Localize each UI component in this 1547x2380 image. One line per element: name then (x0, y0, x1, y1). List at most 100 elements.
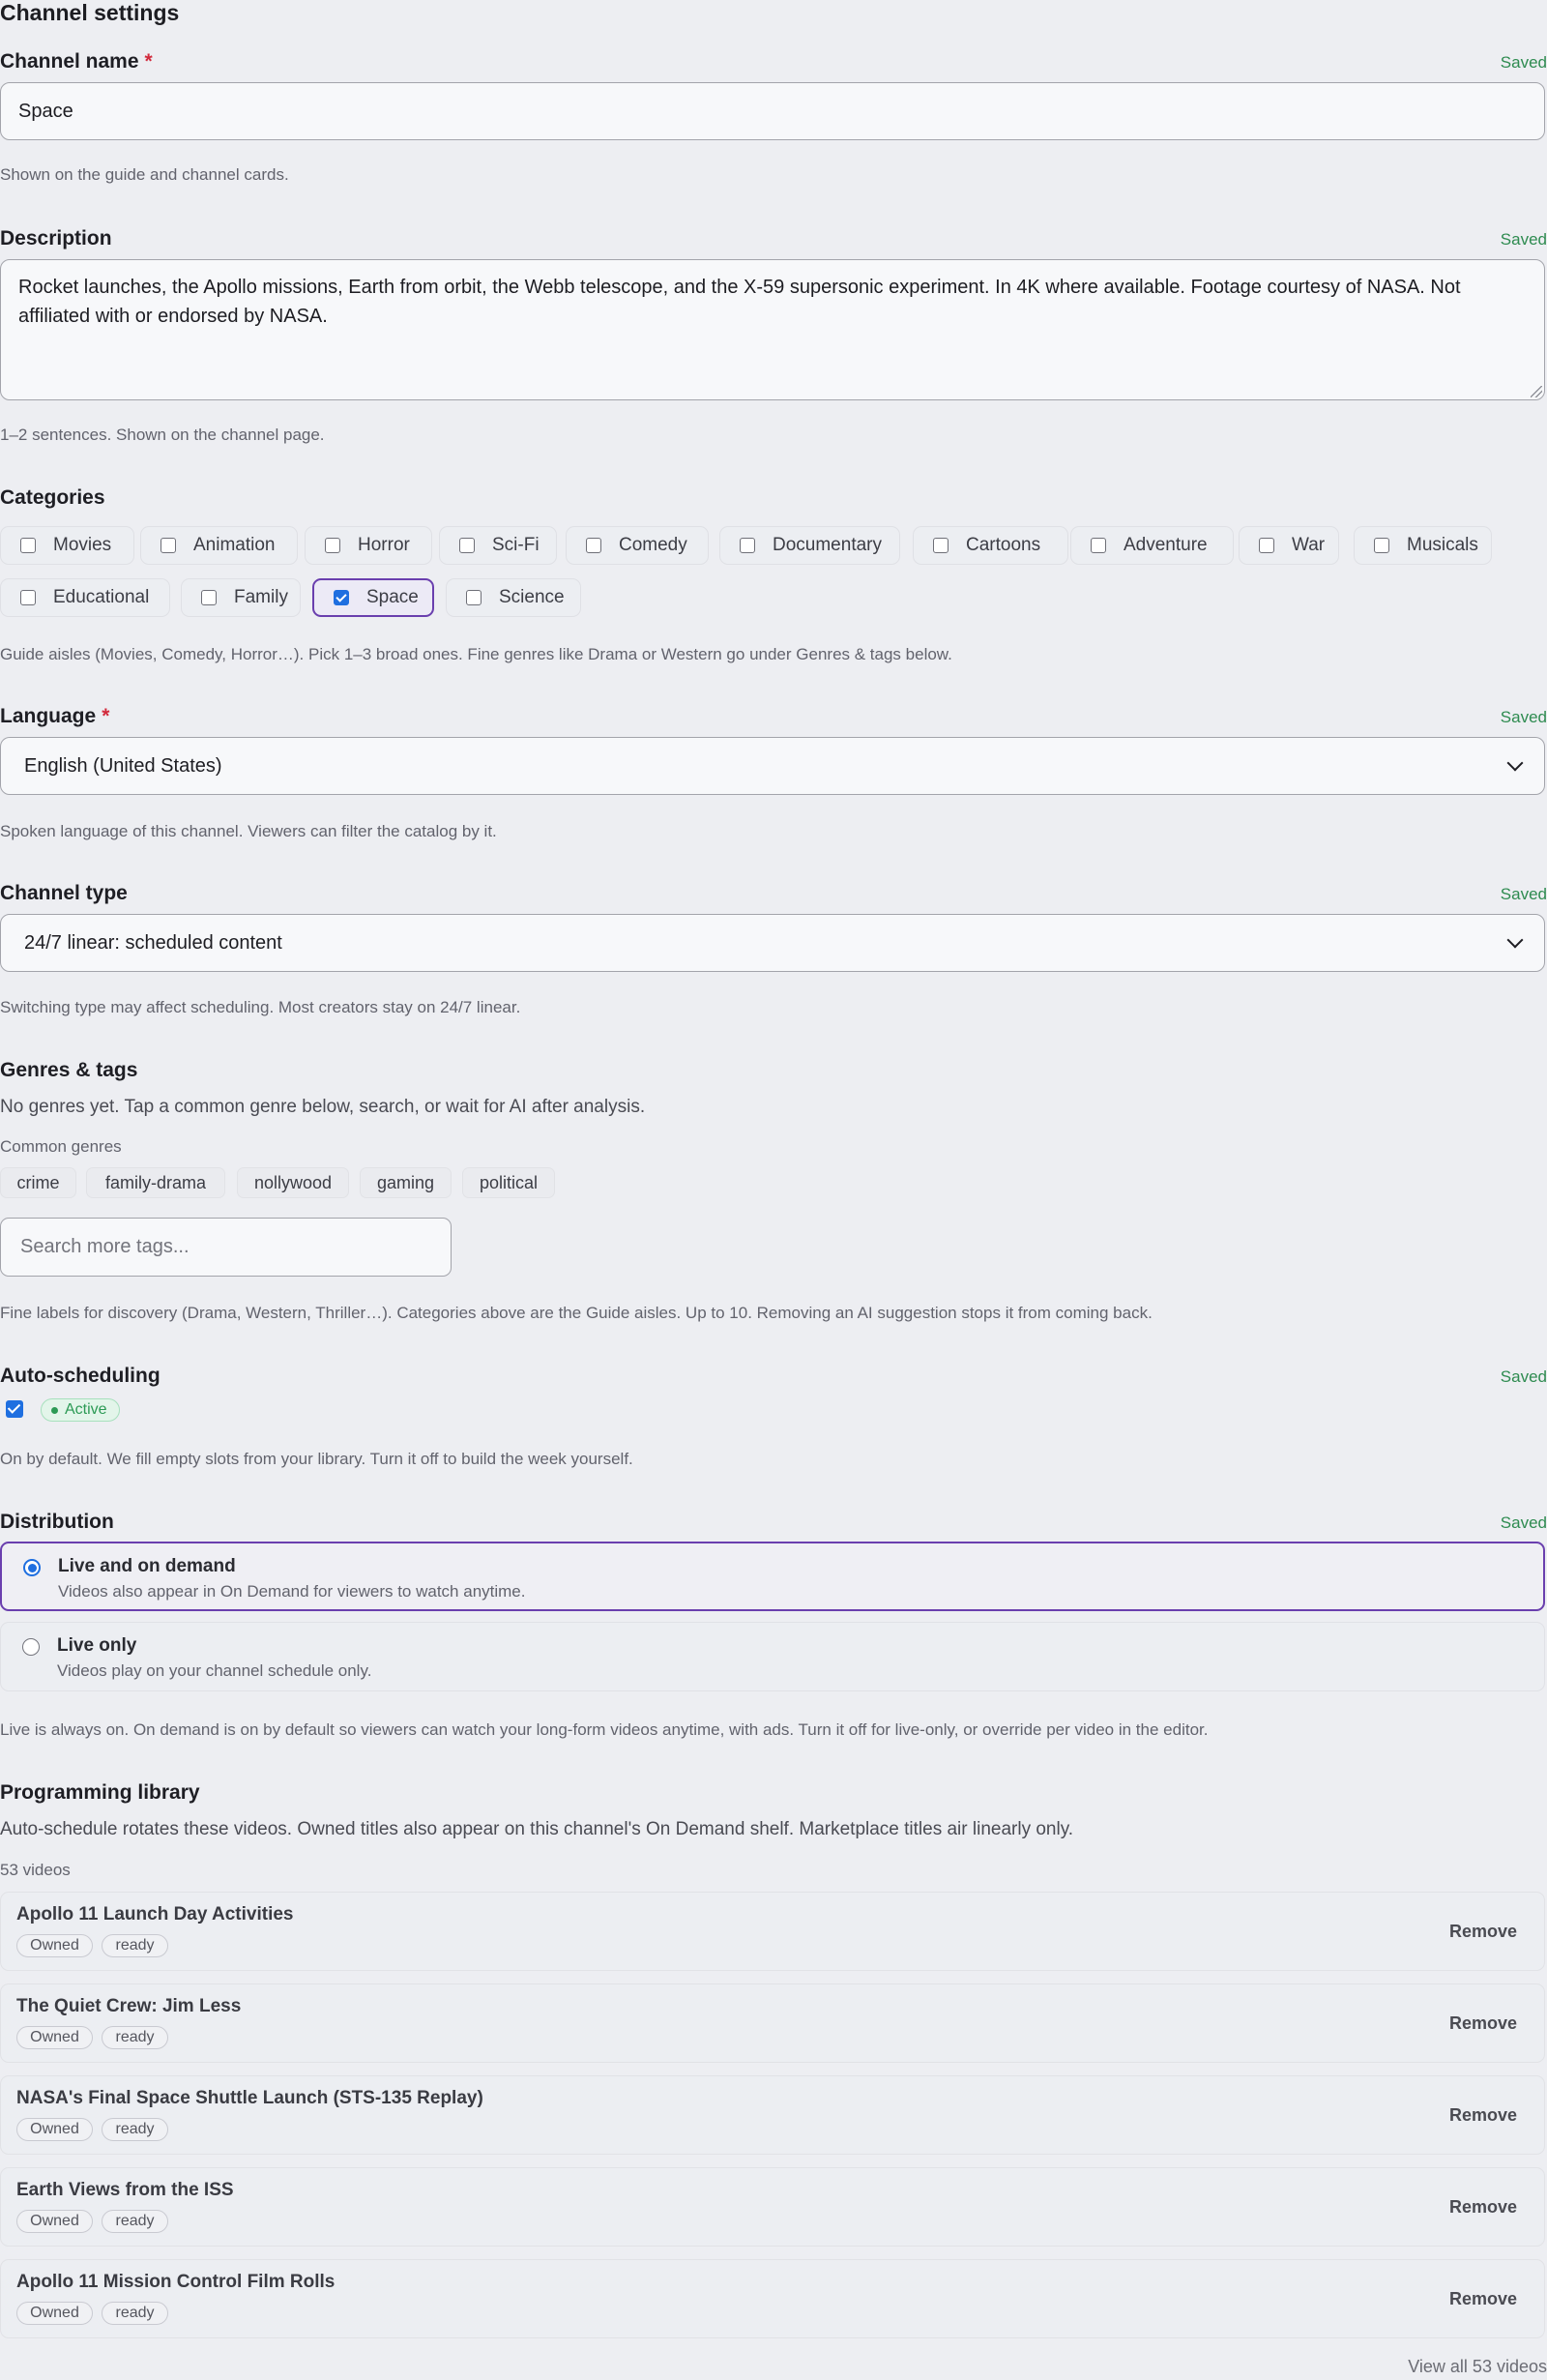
category-checkbox[interactable] (459, 538, 475, 553)
video-row: Apollo 11 Mission Control Film Rolls Own… (0, 2259, 1545, 2338)
category-label: Space (366, 587, 419, 607)
language-select[interactable]: English (United States) (0, 737, 1545, 795)
option-title: Live only (57, 1635, 137, 1656)
view-all-videos-link[interactable]: View all 53 videos (1408, 2357, 1547, 2377)
auto-scheduling-label: Auto-scheduling (0, 1365, 161, 1387)
common-genres-label: Common genres (0, 1137, 122, 1156)
category-movies-chip[interactable]: Movies (0, 526, 134, 565)
channel-name-saved-status: Saved (1500, 53, 1547, 72)
category-musicals-chip[interactable]: Musicals (1354, 526, 1492, 565)
category-horror-chip[interactable]: Horror (305, 526, 432, 565)
category-checkbox[interactable] (466, 590, 482, 605)
video-title: Apollo 11 Mission Control Film Rolls (16, 2272, 336, 2292)
category-checkbox[interactable] (334, 590, 349, 605)
remove-button[interactable]: Remove (1449, 1922, 1517, 1942)
category-checkbox[interactable] (20, 590, 36, 605)
distribution-saved-status: Saved (1500, 1513, 1547, 1532)
category-checkbox[interactable] (1259, 538, 1274, 553)
option-description: Videos play on your channel schedule onl… (57, 1661, 372, 1680)
channel-type-select[interactable]: 24/7 linear: scheduled content (0, 914, 1545, 972)
channel-name-help: Shown on the guide and channel cards. (0, 165, 289, 184)
chevron-down-icon (1506, 931, 1524, 949)
status-badge-label: Active (65, 1401, 107, 1418)
category-checkbox[interactable] (161, 538, 176, 553)
library-label: Programming library (0, 1781, 200, 1804)
auto-scheduling-checkbox[interactable] (6, 1400, 23, 1418)
option-title: Live and on demand (58, 1556, 236, 1576)
channel-name-field[interactable]: Space (0, 82, 1545, 140)
genres-label: Genres & tags (0, 1059, 138, 1081)
description-textarea[interactable]: Rocket launches, the Apollo missions, Ea… (0, 259, 1545, 400)
required-mark: * (144, 50, 153, 73)
description-value: Rocket launches, the Apollo missions, Ea… (18, 277, 1461, 327)
channel-type-label: Channel type (0, 882, 128, 904)
owned-tag: Owned (16, 1934, 93, 1957)
remove-button[interactable]: Remove (1449, 2105, 1517, 2126)
genre-family-drama-chip[interactable]: family-drama (86, 1167, 225, 1198)
genre-nollywood-chip[interactable]: nollywood (237, 1167, 349, 1198)
distribution-help: Live is always on. On demand is on by de… (0, 1720, 1209, 1739)
category-documentary-chip[interactable]: Documentary (719, 526, 900, 565)
tag-search-input[interactable] (18, 1235, 433, 1259)
channel-type-value: 24/7 linear: scheduled content (24, 931, 282, 954)
resize-handle[interactable] (1531, 386, 1542, 397)
category-checkbox[interactable] (20, 538, 36, 553)
category-checkbox[interactable] (325, 538, 340, 553)
owned-tag: Owned (16, 2026, 93, 2049)
genres-help: Fine labels for discovery (Drama, Wester… (0, 1304, 1153, 1322)
category-educational-chip[interactable]: Educational (0, 578, 170, 617)
radio-button[interactable] (22, 1638, 40, 1656)
video-row: The Quiet Crew: Jim Less Owned ready Rem… (0, 1983, 1545, 2063)
category-science-chip[interactable]: Science (446, 578, 581, 617)
tag-search-field[interactable] (0, 1218, 452, 1277)
category-checkbox[interactable] (586, 538, 601, 553)
category-label: Cartoons (966, 535, 1041, 555)
chevron-down-icon (1506, 754, 1524, 772)
category-label: Documentary (773, 535, 882, 555)
distribution-option-live-and-on-demand[interactable]: Live and on demand Videos also appear in… (0, 1542, 1545, 1611)
genre-gaming-chip[interactable]: gaming (360, 1167, 452, 1198)
category-animation-chip[interactable]: Animation (140, 526, 298, 565)
distribution-option-live-only[interactable]: Live only Videos play on your channel sc… (0, 1622, 1545, 1691)
category-label: Comedy (619, 535, 687, 555)
category-space-chip[interactable]: Space (312, 578, 434, 617)
description-saved-status: Saved (1500, 230, 1547, 249)
category-checkbox[interactable] (201, 590, 217, 605)
ready-tag: ready (102, 2302, 168, 2325)
ready-tag: ready (102, 2210, 168, 2233)
channel-type-help: Switching type may affect scheduling. Mo… (0, 998, 521, 1016)
category-label: Musicals (1407, 535, 1478, 555)
category-label: War (1292, 535, 1326, 555)
video-title: Earth Views from the ISS (16, 2180, 234, 2200)
distribution-label: Distribution (0, 1511, 114, 1533)
category-checkbox[interactable] (1091, 538, 1106, 553)
category-checkbox[interactable] (1374, 538, 1389, 553)
category-label: Sci-Fi (492, 535, 540, 555)
option-description: Videos also appear in On Demand for view… (58, 1582, 526, 1601)
category-scifi-chip[interactable]: Sci-Fi (439, 526, 557, 565)
categories-label: Categories (0, 486, 105, 509)
language-value: English (United States) (24, 754, 222, 777)
channel-type-saved-status: Saved (1500, 885, 1547, 903)
categories-help: Guide aisles (Movies, Comedy, Horror…). … (0, 645, 952, 663)
video-row: NASA's Final Space Shuttle Launch (STS-1… (0, 2075, 1545, 2155)
library-description: Auto-schedule rotates these videos. Owne… (0, 1819, 1074, 1839)
owned-tag: Owned (16, 2210, 93, 2233)
category-comedy-chip[interactable]: Comedy (566, 526, 709, 565)
description-help: 1–2 sentences. Shown on the channel page… (0, 426, 325, 444)
category-checkbox[interactable] (740, 538, 755, 553)
category-checkbox[interactable] (933, 538, 949, 553)
genre-political-chip[interactable]: political (462, 1167, 555, 1198)
remove-button[interactable]: Remove (1449, 2289, 1517, 2309)
radio-button[interactable] (23, 1559, 41, 1576)
category-cartoons-chip[interactable]: Cartoons (913, 526, 1068, 565)
channel-name-value: Space (18, 100, 73, 122)
category-war-chip[interactable]: War (1239, 526, 1339, 565)
category-adventure-chip[interactable]: Adventure (1070, 526, 1234, 565)
owned-tag: Owned (16, 2302, 93, 2325)
category-family-chip[interactable]: Family (181, 578, 301, 617)
category-label: Animation (193, 535, 276, 555)
remove-button[interactable]: Remove (1449, 2197, 1517, 2218)
remove-button[interactable]: Remove (1449, 2013, 1517, 2034)
genre-crime-chip[interactable]: crime (0, 1167, 76, 1198)
